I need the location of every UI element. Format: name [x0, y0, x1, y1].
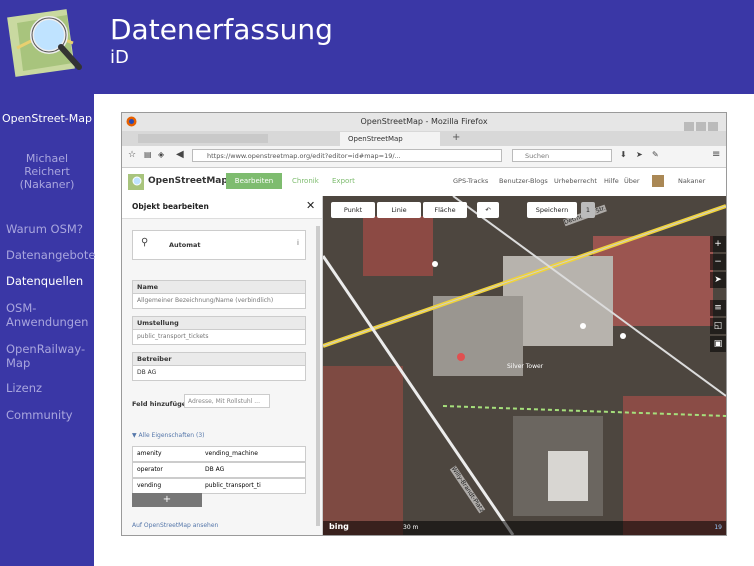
- map-area[interactable]: Detmolder Str. Willy-Brandt-Platz Silver…: [323, 196, 726, 535]
- field-umstellung-input[interactable]: public_transport_tickets: [133, 330, 305, 344]
- close-icon[interactable]: ✕: [306, 199, 315, 212]
- field-name-label: Name: [133, 281, 305, 294]
- copyright-link[interactable]: Urheberrecht: [554, 177, 597, 185]
- slide-title: Datenerfassung: [110, 13, 333, 46]
- edit-button[interactable]: Bearbeiten: [226, 173, 282, 189]
- field-name[interactable]: Name Allgemeiner Bezeichnung/Name (verbi…: [132, 280, 306, 309]
- new-tab-icon[interactable]: +: [452, 132, 460, 143]
- osm-brand-icon: [128, 174, 144, 190]
- field-umstellung-label: Umstellung: [133, 317, 305, 330]
- map-data-icon[interactable]: ◱: [710, 318, 726, 334]
- tag-key[interactable]: operator: [137, 463, 163, 477]
- field-umstellung[interactable]: Umstellung public_transport_tickets: [132, 316, 306, 345]
- pocket-icon[interactable]: ◈: [158, 150, 164, 159]
- back-icon[interactable]: ◀: [176, 149, 184, 160]
- inspector-scrollbar[interactable]: [316, 226, 320, 526]
- zoom-level: 19: [714, 524, 722, 531]
- pencil-icon[interactable]: ✎: [652, 150, 659, 159]
- screenshot-window: OpenStreetMap - Mozilla Firefox OpenStre…: [121, 112, 727, 536]
- inspector-panel: Objekt bearbeiten ✕ ⚲ Automat i Name All…: [122, 196, 323, 535]
- background-layers-icon[interactable]: ≡: [710, 300, 726, 316]
- sidebar-section: OpenStreet-Map: [2, 112, 92, 125]
- sidebar-item-osm-anwendungen[interactable]: OSM-Anwendungen: [6, 301, 88, 329]
- scale-bar: 30 m: [403, 524, 419, 531]
- add-tag-button[interactable]: +: [132, 493, 202, 507]
- add-line-button[interactable]: Linie: [377, 202, 421, 218]
- download-icon[interactable]: ⬇: [620, 150, 627, 159]
- inspector-title: Objekt bearbeiten: [132, 202, 209, 211]
- star-icon[interactable]: ☆: [128, 150, 136, 160]
- send-icon[interactable]: ➤: [636, 150, 643, 159]
- blogs-link[interactable]: Benutzer-Blogs: [499, 177, 548, 185]
- preset-name: Automat: [169, 241, 201, 249]
- tag-value[interactable]: public_transport_ti: [205, 479, 261, 493]
- url-field[interactable]: https://www.openstreetmap.org/edit?edito…: [192, 149, 502, 162]
- add-area-button[interactable]: Fläche: [423, 202, 467, 218]
- issues-icon[interactable]: ▣: [710, 336, 726, 352]
- search-field[interactable]: Suchen: [512, 149, 612, 162]
- navigation-bar: ☆ ▤ ◈ ◀ https://www.openstreetmap.org/ed…: [122, 146, 726, 168]
- zoom-in-icon[interactable]: +: [710, 236, 726, 252]
- field-betreiber[interactable]: Betreiber DB AG: [132, 352, 306, 381]
- window-title: OpenStreetMap - Mozilla Firefox: [122, 113, 726, 131]
- view-on-osm-link[interactable]: Auf OpenStreetMap ansehen: [132, 522, 218, 529]
- blurred-tab[interactable]: [138, 134, 268, 143]
- save-button[interactable]: Speichern: [527, 202, 577, 218]
- osm-topbar: OpenStreetMap Bearbeiten Chronik Export …: [122, 168, 726, 197]
- tag-key[interactable]: amenity: [137, 447, 162, 461]
- undo-button[interactable]: ↶: [477, 202, 499, 218]
- sidebar-item-community[interactable]: Community: [6, 408, 73, 422]
- sidebar-item-lizenz[interactable]: Lizenz: [6, 381, 42, 395]
- tab-bar: OpenStreetMap +: [122, 131, 726, 146]
- add-field-combobox[interactable]: Adresse, Mit Rollstuhl ...: [184, 394, 270, 408]
- sidebar-author: Michael Reichert (Nakaner): [19, 152, 75, 191]
- menu-icon[interactable]: ≡: [712, 149, 720, 160]
- inspector-header: Objekt bearbeiten ✕: [122, 196, 322, 219]
- user-name[interactable]: Nakaner: [678, 177, 705, 185]
- tab-openstreetmap[interactable]: OpenStreetMap: [340, 132, 440, 146]
- sidebar-item-openrailwaymap[interactable]: OpenRailway-Map: [6, 342, 85, 370]
- slide-sidebar: OpenStreet-Map Michael Reichert (Nakaner…: [0, 0, 95, 566]
- about-link[interactable]: Über: [624, 177, 640, 185]
- info-icon[interactable]: i: [297, 239, 299, 247]
- osm-logo-icon: [7, 9, 82, 77]
- sidebar-item-warum-osm[interactable]: Warum OSM?: [6, 222, 83, 236]
- poi-label: Silver Tower: [507, 363, 544, 370]
- bing-attribution[interactable]: bing: [329, 522, 349, 531]
- field-betreiber-label: Betreiber: [133, 353, 305, 366]
- library-icon[interactable]: ▤: [144, 150, 152, 159]
- add-point-button[interactable]: Punkt: [331, 202, 375, 218]
- tag-value[interactable]: DB AG: [205, 463, 224, 477]
- all-tags-toggle[interactable]: ▼ Alle Eigenschaften (3): [132, 432, 204, 439]
- geolocate-icon[interactable]: ➤: [710, 272, 726, 288]
- tag-row[interactable]: amenity vending_machine: [132, 446, 306, 462]
- slide-subtitle: iD: [110, 47, 129, 68]
- tag-row[interactable]: operator DB AG: [132, 462, 306, 478]
- osm-brand[interactable]: OpenStreetMap: [148, 176, 228, 186]
- edit-count-badge: 1: [581, 202, 595, 218]
- field-name-input[interactable]: Allgemeiner Bezeichnung/Name (verbindlic…: [133, 294, 305, 308]
- preset-button[interactable]: ⚲ Automat i: [132, 230, 306, 260]
- field-betreiber-input[interactable]: DB AG: [133, 366, 305, 380]
- map-footer: bing 30 m 19: [323, 521, 726, 535]
- location-pin-icon: ⚲: [141, 237, 149, 248]
- tag-key[interactable]: vending: [137, 479, 161, 493]
- firefox-icon: [126, 116, 137, 127]
- avatar[interactable]: [652, 175, 664, 187]
- window-controls[interactable]: [682, 117, 722, 132]
- sidebar-item-datenquellen[interactable]: Datenquellen: [6, 274, 83, 288]
- zoom-out-icon[interactable]: −: [710, 254, 726, 270]
- tag-row[interactable]: vending public_transport_ti: [132, 478, 306, 494]
- tag-value[interactable]: vending_machine: [205, 447, 258, 461]
- gps-tracks-link[interactable]: GPS-Tracks: [453, 177, 488, 185]
- sidebar-item-datenangebote[interactable]: Datenangebote: [6, 248, 95, 262]
- export-link[interactable]: Export: [332, 177, 355, 185]
- help-link[interactable]: Hilfe: [604, 177, 619, 185]
- history-link[interactable]: Chronik: [292, 177, 319, 185]
